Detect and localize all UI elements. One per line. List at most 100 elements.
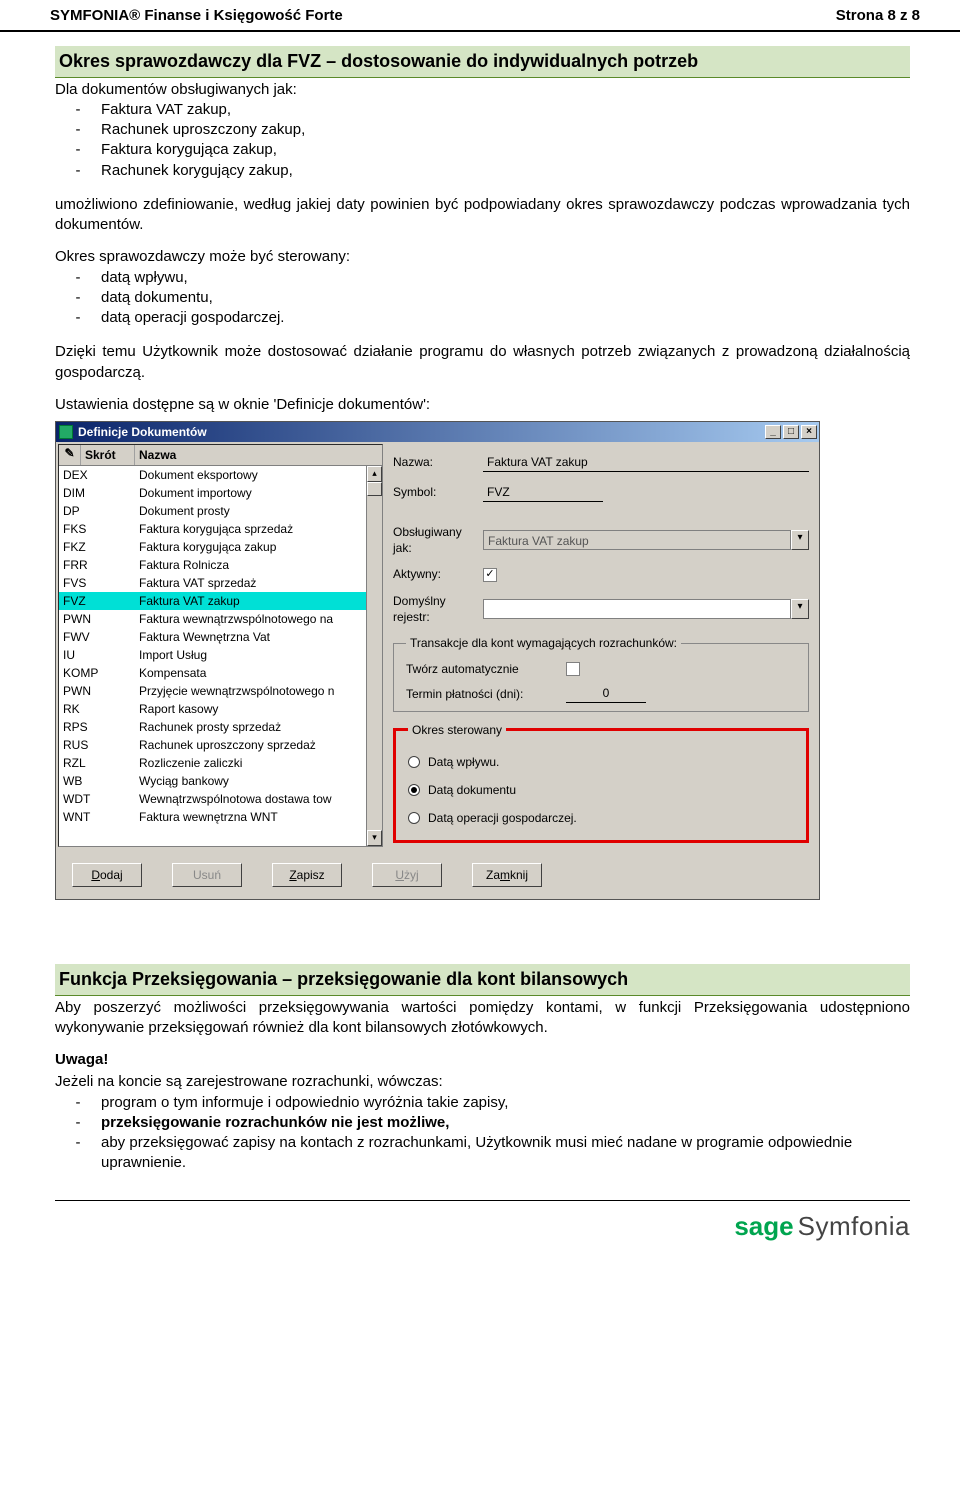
list-item: aby przeksięgować zapisy na kontach z ro…: [101, 1133, 910, 1174]
symbol-label: Symbol:: [393, 484, 483, 500]
table-row[interactable]: RZLRozliczenie zaliczki: [59, 754, 382, 772]
row-short: RZL: [59, 754, 135, 772]
table-row[interactable]: WDTWewnątrzwspólnotowa dostawa tow: [59, 790, 382, 808]
section1-p2intro: Okres sprawozdawczy może być sterowany:: [55, 247, 910, 267]
close-button[interactable]: ×: [801, 425, 817, 439]
row-name: Kompensata: [135, 664, 382, 682]
list-item: Rachunek korygujący zakup,: [101, 161, 910, 181]
radio-label: Datą operacji gospodarczej.: [428, 810, 577, 826]
row-name: Dokument importowy: [135, 484, 382, 502]
list-item: przeksięgowanie rozrachunków nie jest mo…: [101, 1113, 910, 1133]
row-short: DEX: [59, 466, 135, 484]
list-item: datą wpływu,: [101, 268, 910, 288]
active-checkbox[interactable]: ✓: [483, 568, 497, 582]
row-name: Faktura VAT sprzedaż: [135, 574, 382, 592]
documents-table[interactable]: ✎ Skrót Nazwa DEXDokument eksportowyDIMD…: [58, 444, 383, 847]
row-name: Wewnątrzwspólnotowa dostawa tow: [135, 790, 382, 808]
table-row[interactable]: IUImport Usług: [59, 646, 382, 664]
radio-date-inflow[interactable]: Datą wpływu.: [408, 748, 796, 776]
table-row[interactable]: FRRFaktura Rolnicza: [59, 556, 382, 574]
table-row[interactable]: FKZFaktura korygująca zakup: [59, 538, 382, 556]
save-button[interactable]: Zapisz: [272, 863, 342, 887]
row-name: Dokument prosty: [135, 502, 382, 520]
col-skrot[interactable]: Skrót: [81, 445, 135, 465]
section1-p1: umożliwiono zdefiniowanie, według jakiej…: [55, 195, 910, 236]
auto-create-checkbox[interactable]: [566, 662, 580, 676]
row-short: FVZ: [59, 592, 135, 610]
row-name: Faktura VAT zakup: [135, 592, 382, 610]
maximize-button[interactable]: □: [783, 425, 799, 439]
radio-icon[interactable]: [408, 756, 420, 768]
scroll-thumb[interactable]: [367, 482, 382, 496]
table-row[interactable]: FVSFaktura VAT sprzedaż: [59, 574, 382, 592]
list-item: datą dokumentu,: [101, 288, 910, 308]
table-row[interactable]: RUSRachunek uproszczony sprzedaż: [59, 736, 382, 754]
defreg-value[interactable]: [483, 599, 791, 619]
table-row[interactable]: DIMDokument importowy: [59, 484, 382, 502]
section1-list2: -datą wpływu, -datą dokumentu, -datą ope…: [55, 268, 910, 329]
handled-combo[interactable]: Faktura VAT zakup ▾: [483, 530, 809, 550]
titlebar[interactable]: Definicje Dokumentów _ □ ×: [56, 422, 819, 442]
scroll-up-icon[interactable]: ▴: [367, 466, 382, 482]
row-name: Rachunek uproszczony sprzedaż: [135, 736, 382, 754]
chevron-down-icon[interactable]: ▾: [791, 599, 809, 619]
section1-title: Okres sprawozdawczy dla FVZ – dostosowan…: [55, 46, 910, 77]
name-input[interactable]: Faktura VAT zakup: [483, 452, 809, 472]
table-row[interactable]: FVZFaktura VAT zakup: [59, 592, 382, 610]
row-short: FRR: [59, 556, 135, 574]
table-row[interactable]: RKRaport kasowy: [59, 700, 382, 718]
table-row[interactable]: KOMPKompensata: [59, 664, 382, 682]
row-short: PWN: [59, 610, 135, 628]
list-item: Faktura VAT zakup,: [101, 100, 910, 120]
chevron-down-icon[interactable]: ▾: [791, 530, 809, 550]
radio-date-document[interactable]: Datą dokumentu: [408, 776, 796, 804]
radio-icon[interactable]: [408, 784, 420, 796]
table-row[interactable]: DEXDokument eksportowy: [59, 466, 382, 484]
scroll-down-icon[interactable]: ▾: [367, 830, 382, 846]
table-row[interactable]: WNTFaktura wewnętrzna WNT: [59, 808, 382, 826]
row-short: RUS: [59, 736, 135, 754]
table-row[interactable]: WBWyciąg bankowy: [59, 772, 382, 790]
table-row[interactable]: DPDokument prosty: [59, 502, 382, 520]
term-input[interactable]: 0: [566, 685, 646, 702]
list-item: program o tym informuje i odpowiednio wy…: [101, 1093, 910, 1113]
warning-label: Uwaga!: [55, 1050, 910, 1070]
product-name: SYMFONIA® Finanse i Księgowość Forte: [50, 6, 343, 26]
table-row[interactable]: FKSFaktura korygująca sprzedaż: [59, 520, 382, 538]
section2-title: Funkcja Przeksięgowania – przeksięgowani…: [55, 964, 910, 995]
app-icon: [59, 425, 73, 439]
transactions-group: Transakcje dla kont wymagających rozrach…: [393, 635, 809, 712]
col-nazwa[interactable]: Nazwa: [135, 445, 382, 465]
delete-button[interactable]: Usuń: [172, 863, 242, 887]
defreg-combo[interactable]: ▾: [483, 599, 809, 619]
table-row[interactable]: PWNFaktura wewnątrzwspólnotowego na: [59, 610, 382, 628]
row-name: Faktura korygująca sprzedaż: [135, 520, 382, 538]
radio-label: Datą wpływu.: [428, 754, 499, 770]
term-label: Termin płatności (dni):: [406, 686, 566, 702]
active-label: Aktywny:: [393, 566, 483, 582]
radio-date-operation[interactable]: Datą operacji gospodarczej.: [408, 804, 796, 832]
radio-icon[interactable]: [408, 812, 420, 824]
auto-create-label: Twórz automatycznie: [406, 661, 566, 677]
use-button[interactable]: Użyj: [372, 863, 442, 887]
window-title: Definicje Dokumentów: [78, 424, 207, 440]
section1-p3: Dzięki temu Użytkownik może dostosować d…: [55, 342, 910, 383]
table-row[interactable]: RPSRachunek prosty sprzedaż: [59, 718, 382, 736]
vertical-scrollbar[interactable]: ▴ ▾: [366, 466, 382, 846]
add-button[interactable]: Dodaj: [72, 863, 142, 887]
col-edit-icon[interactable]: ✎: [59, 445, 81, 465]
close-window-button[interactable]: Zamknij: [472, 863, 542, 887]
row-short: FKZ: [59, 538, 135, 556]
list-item: Rachunek uproszczony zakup,: [101, 120, 910, 140]
symbol-input[interactable]: FVZ: [483, 482, 603, 502]
handled-value: Faktura VAT zakup: [483, 530, 791, 550]
table-row[interactable]: FWVFaktura Wewnętrzna Vat: [59, 628, 382, 646]
row-short: FWV: [59, 628, 135, 646]
table-row[interactable]: PWNPrzyjęcie wewnątrzwspólnotowego n: [59, 682, 382, 700]
section2-p1: Aby poszerzyć możliwości przeksięgowywan…: [55, 998, 910, 1039]
row-name: Faktura wewnątrzwspólnotowego na: [135, 610, 382, 628]
row-short: WB: [59, 772, 135, 790]
minimize-button[interactable]: _: [765, 425, 781, 439]
period-legend: Okres sterowany: [408, 722, 506, 738]
symfonia-logo: Symfonia: [798, 1209, 910, 1244]
